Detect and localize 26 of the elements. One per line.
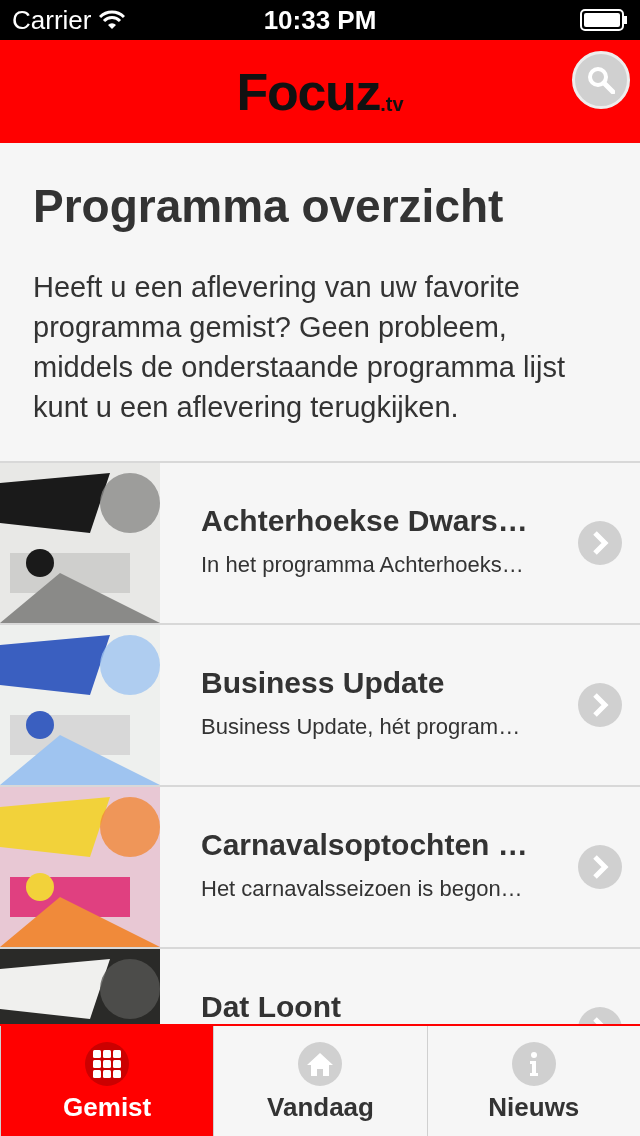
program-title: Achterhoekse Dwars… [201,506,529,536]
program-description: Business Update, hét program… [201,716,522,738]
program-title: Carnavalsoptochten … [201,830,529,860]
search-button[interactable] [572,51,630,109]
search-icon [587,66,615,94]
program-row[interactable]: Achterhoekse Dwars… In het programma Achterhoeks… [0,463,640,625]
wifi-icon [99,10,126,30]
chevron-icon [578,683,622,727]
grid-icon [85,1042,130,1086]
intro-text: Heeft u een aflevering van uw favorite programma gemist? Geen probleem, middels de onderstaande programma lijst kunt u een aflevering terugkijken. [33,270,566,425]
info-icon [511,1042,556,1086]
logo: Focuz [236,65,381,118]
logo-suffix: .tv [380,93,404,114]
program-title: Business Update [201,668,446,698]
clock: 10:33 PM [263,3,377,37]
tab[interactable]: Gemist [0,1026,214,1136]
home-icon [298,1042,343,1086]
chevron-icon [578,521,622,565]
program-row[interactable]: Business Update Business Update, hét program… [0,625,640,787]
carrier-label: Carrier [12,3,92,37]
chevron-icon [578,845,622,889]
program-description: In het programma Achterhoeks… [201,554,525,576]
program-row[interactable]: Carnavalsoptochten … Het carnavalsseizoen is begon… [0,787,640,949]
program-title: Dat Loont [201,992,342,1022]
battery-icon [580,9,628,31]
program-description: Het carnavalsseizoen is begon… [201,878,524,900]
